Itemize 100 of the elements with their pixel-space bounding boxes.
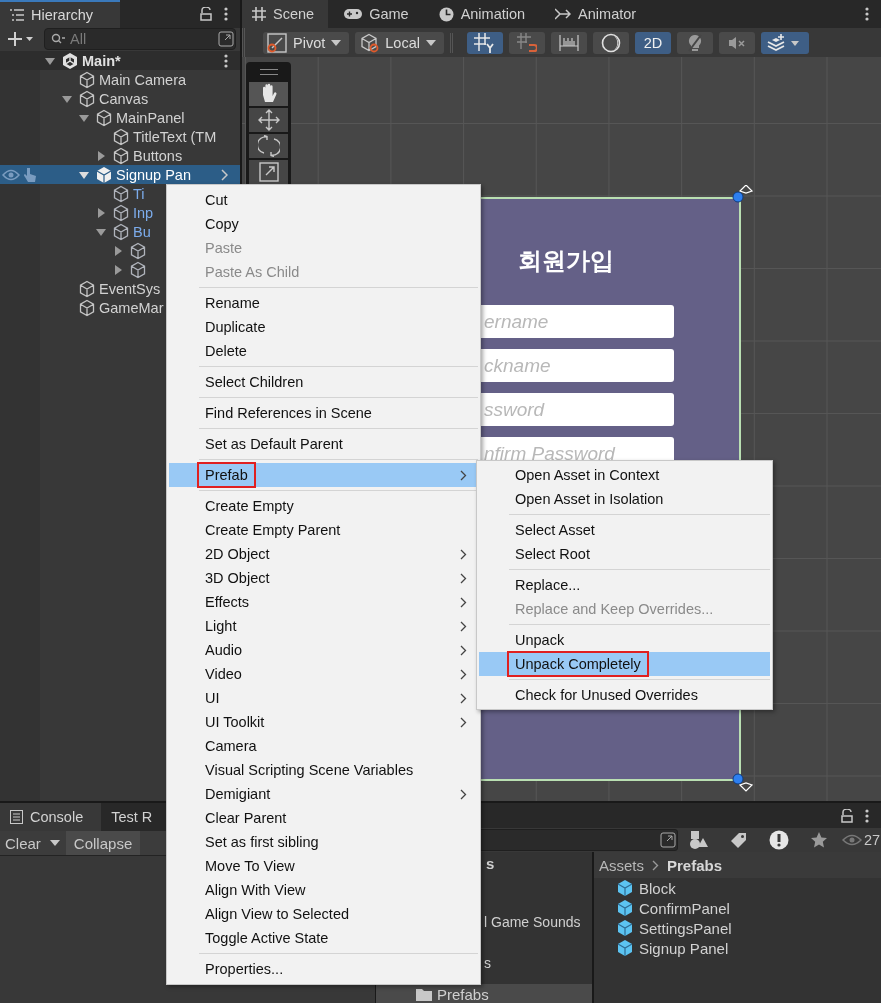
triangle-right-icon[interactable] [96, 150, 106, 161]
toolbar-button[interactable] [550, 31, 587, 54]
prefab-asset[interactable]: SettingsPanel [594, 918, 881, 938]
menu-item[interactable]: Select Root [479, 542, 770, 566]
toolbar-button[interactable] [718, 31, 755, 54]
add-icon[interactable] [8, 32, 34, 46]
toolbar-button[interactable] [760, 31, 809, 54]
hierarchy-item[interactable]: TitleText (TM [40, 127, 217, 146]
toolbar-button[interactable] [676, 31, 713, 54]
caret-icon[interactable] [49, 840, 60, 846]
menu-item[interactable]: Audio [169, 638, 478, 662]
menu-item[interactable]: Replace... [479, 573, 770, 597]
scene-tab[interactable]: Animation [428, 0, 540, 28]
console-tab[interactable]: Test R [101, 803, 171, 831]
triangle-down-icon[interactable] [79, 112, 89, 123]
menu-item[interactable]: Clear Parent [169, 806, 478, 830]
menu-item[interactable]: Light [169, 614, 478, 638]
scene-tab[interactable]: Animator [545, 0, 651, 28]
menu-item[interactable]: Check for Unused Overrides [479, 683, 770, 707]
handle-icon[interactable] [732, 185, 754, 205]
chevron-right-icon [460, 620, 467, 632]
triangle-down-icon[interactable] [62, 93, 72, 104]
tag-icon[interactable] [730, 831, 748, 849]
hierarchy-item[interactable]: Buttons [40, 146, 183, 165]
triangle-down-icon[interactable] [45, 55, 55, 66]
more-icon[interactable] [224, 7, 228, 21]
more-icon[interactable] [865, 7, 869, 21]
handle-icon[interactable] [732, 773, 754, 793]
hierarchy-tab[interactable]: Hierarchy [0, 0, 120, 28]
menu-item[interactable]: Video [169, 662, 478, 686]
menu-item[interactable]: Prefab [169, 463, 478, 487]
menu-item[interactable]: Move To View [169, 854, 478, 878]
tool-button[interactable] [249, 108, 288, 132]
hierarchy-item[interactable]: MainPanel [40, 108, 185, 127]
menu-item[interactable]: Select Asset [479, 518, 770, 542]
prefab-asset[interactable]: Signup Panel [594, 938, 881, 958]
hierarchy-item[interactable]: Canvas [40, 89, 149, 108]
menu-item[interactable]: Effects [169, 590, 478, 614]
ruler-icon [558, 34, 579, 51]
breadcrumb-link[interactable]: Assets [599, 856, 644, 874]
hidden-count[interactable]: 27 [842, 832, 881, 848]
pivot-icon [267, 32, 287, 53]
menu-item[interactable]: Unpack Completely [479, 652, 770, 676]
triangle-down-icon[interactable] [96, 226, 106, 237]
menu-item[interactable]: Open Asset in Isolation [479, 487, 770, 511]
hierarchy-item[interactable]: Bu [40, 222, 151, 241]
collapse-toggle[interactable]: Collapse [65, 831, 141, 855]
triangle-right-icon[interactable] [96, 207, 106, 218]
lock-icon[interactable] [200, 7, 212, 21]
folder-item[interactable]: Prefabs [376, 984, 592, 1003]
menu-item[interactable]: Cut [169, 188, 478, 212]
view-mode-button[interactable]: 2D [634, 31, 671, 54]
menu-item[interactable]: Set as first sibling [169, 830, 478, 854]
triangle-right-icon[interactable] [113, 264, 123, 275]
menu-item[interactable]: Copy [169, 212, 478, 236]
hierarchy-item[interactable]: Ti [40, 184, 145, 203]
menu-item[interactable]: Create Empty [169, 494, 478, 518]
hierarchy-item[interactable]: Inp [40, 203, 154, 222]
expand-icon[interactable] [217, 30, 235, 48]
local-dropdown[interactable]: Local [355, 31, 444, 54]
scene-tab[interactable]: Scene [242, 0, 329, 28]
scene-tab[interactable]: Game [334, 0, 423, 28]
warning-icon[interactable] [769, 830, 789, 850]
hierarchy-item[interactable]: GameMar [40, 298, 164, 317]
hierarchy-item[interactable]: Main Camera [40, 70, 187, 89]
menu-item[interactable]: Demigiant [169, 782, 478, 806]
menu-item[interactable]: UI [169, 686, 478, 710]
menu-item[interactable]: Visual Scripting Scene Variables [169, 758, 478, 782]
menu-item[interactable]: Create Empty Parent [169, 518, 478, 542]
shapes-icon[interactable] [689, 830, 709, 850]
triangle-down-icon[interactable] [79, 169, 89, 180]
expand-icon[interactable] [659, 831, 677, 849]
tool-button[interactable] [249, 82, 288, 106]
more-icon[interactable] [224, 53, 228, 68]
menu-item[interactable]: 3D Object [169, 566, 478, 590]
chevron-right-icon [460, 469, 467, 481]
console-tab[interactable]: Console [0, 803, 102, 831]
triangle-right-icon[interactable] [113, 245, 123, 256]
toolbar-button[interactable] [592, 31, 629, 54]
menu-item[interactable]: Align View to Selected [169, 902, 478, 926]
pivot-dropdown[interactable]: Pivot [263, 31, 350, 54]
prefab-asset[interactable]: ConfirmPanel [594, 898, 881, 918]
more-icon[interactable] [865, 808, 869, 823]
menu-item[interactable]: Align With View [169, 878, 478, 902]
menu-item[interactable]: UI Toolkit [169, 710, 478, 734]
prefab-asset[interactable]: Block [594, 878, 881, 898]
lock-icon[interactable] [841, 808, 853, 823]
hierarchy-item[interactable]: EventSys [40, 279, 161, 298]
breadcrumb-link[interactable]: Prefabs [667, 856, 723, 874]
chevron-right-icon[interactable] [220, 168, 228, 181]
tool-button[interactable] [249, 160, 288, 184]
star-icon[interactable] [810, 831, 828, 849]
clear-button[interactable]: Clear [0, 831, 46, 855]
menu-item[interactable]: Camera [169, 734, 478, 758]
menu-item[interactable]: Properties... [169, 957, 478, 981]
menu-item[interactable]: Unpack [479, 628, 770, 652]
menu-item[interactable]: 2D Object [169, 542, 478, 566]
menu-item[interactable]: Toggle Active State [169, 926, 478, 950]
toolbar-button[interactable] [466, 31, 503, 54]
tool-button[interactable] [249, 134, 288, 158]
